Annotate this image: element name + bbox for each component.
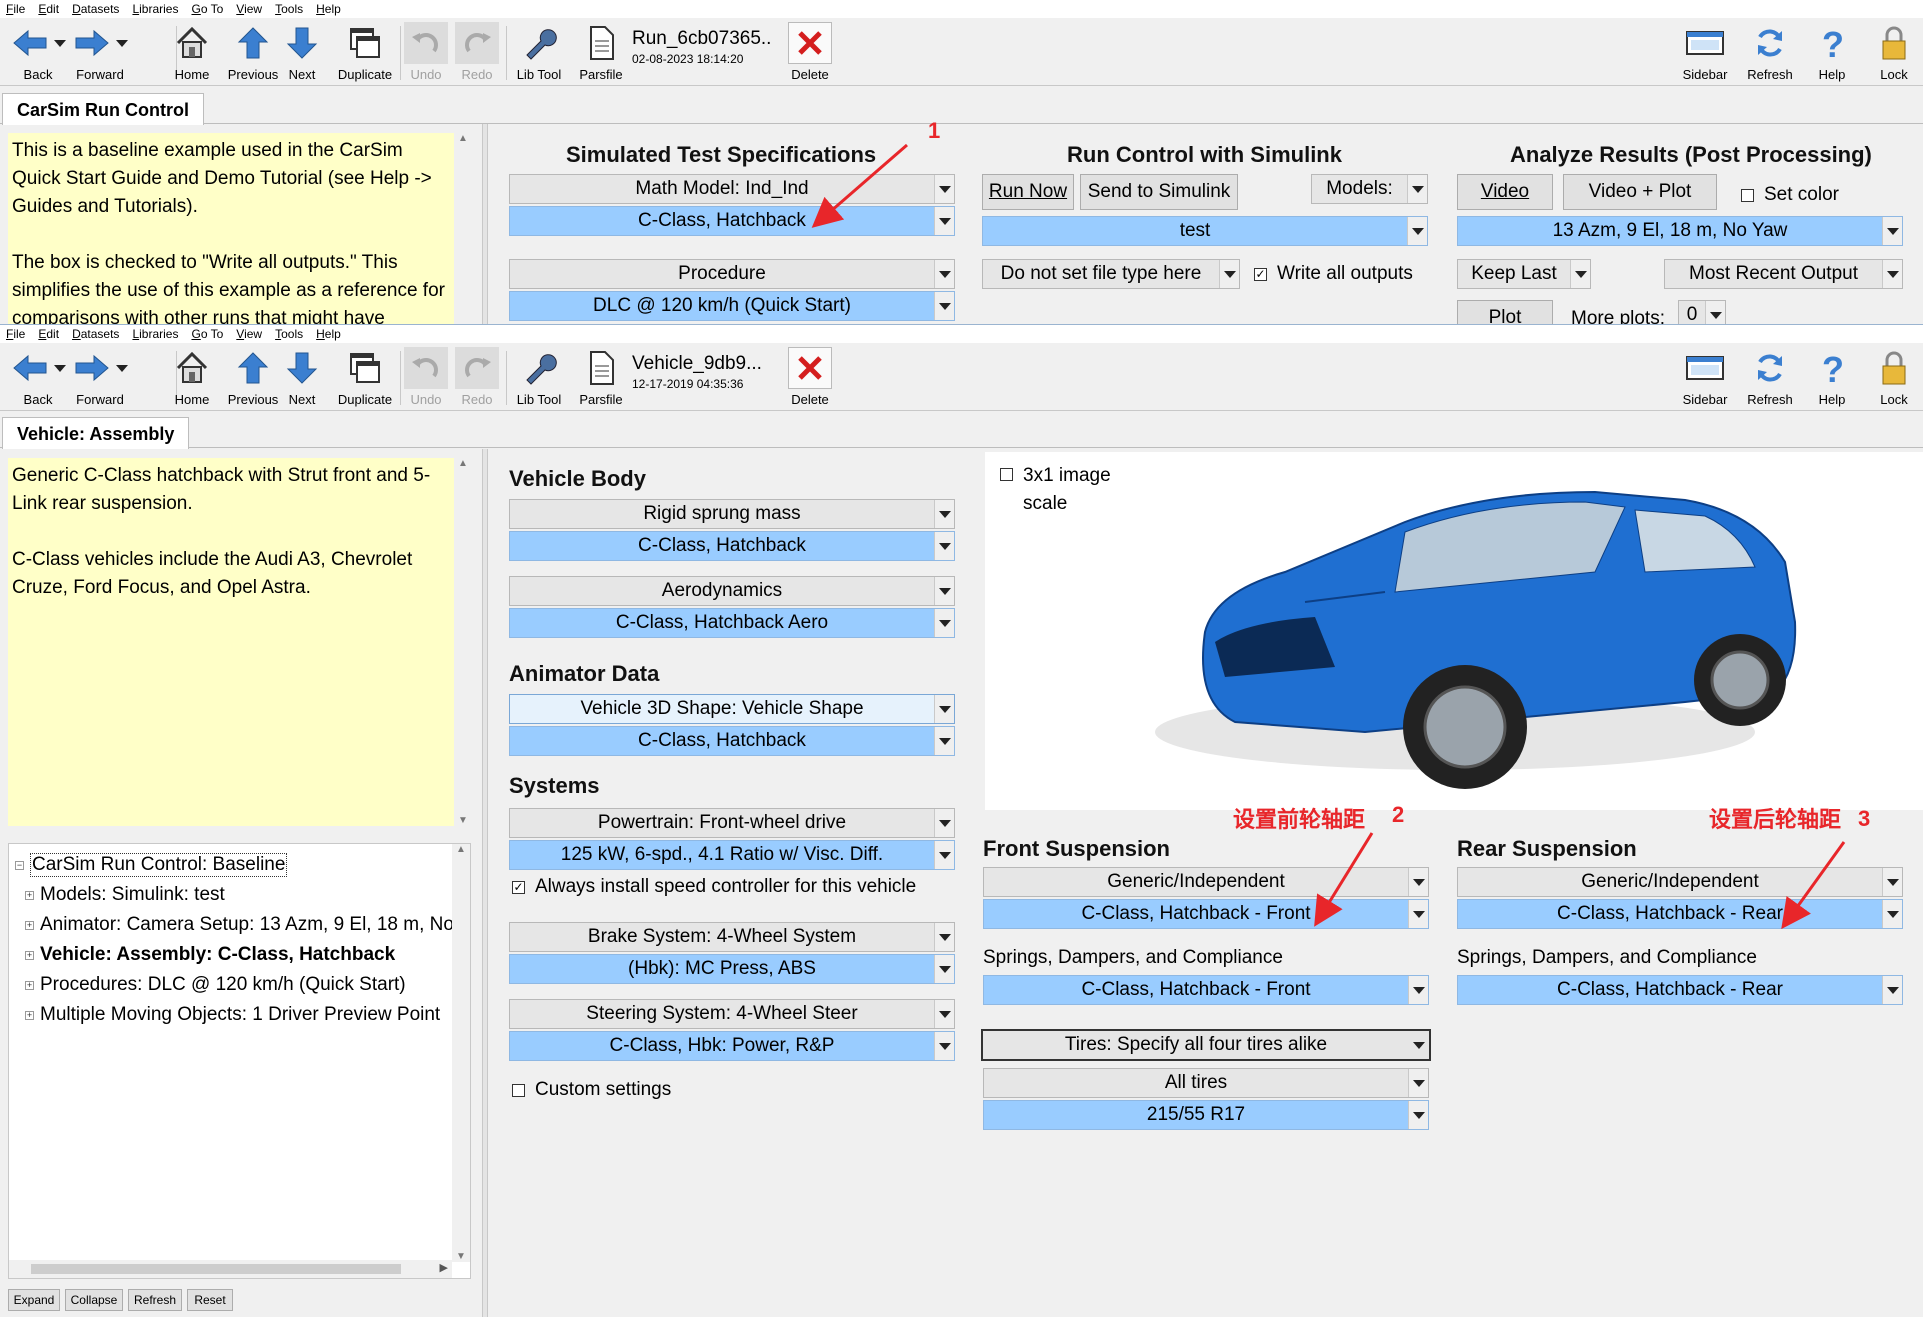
annotation-front-wheelbase: 设置前轮轴距 (1233, 807, 1366, 832)
annotation-3: 3 (1858, 806, 1871, 831)
annotation-arrows (811, 143, 1846, 930)
annotation-rear-wheelbase: 设置后轮轴距 (1709, 807, 1842, 832)
annotation-1: 1 (928, 118, 941, 143)
annotation-2: 2 (1392, 802, 1405, 827)
